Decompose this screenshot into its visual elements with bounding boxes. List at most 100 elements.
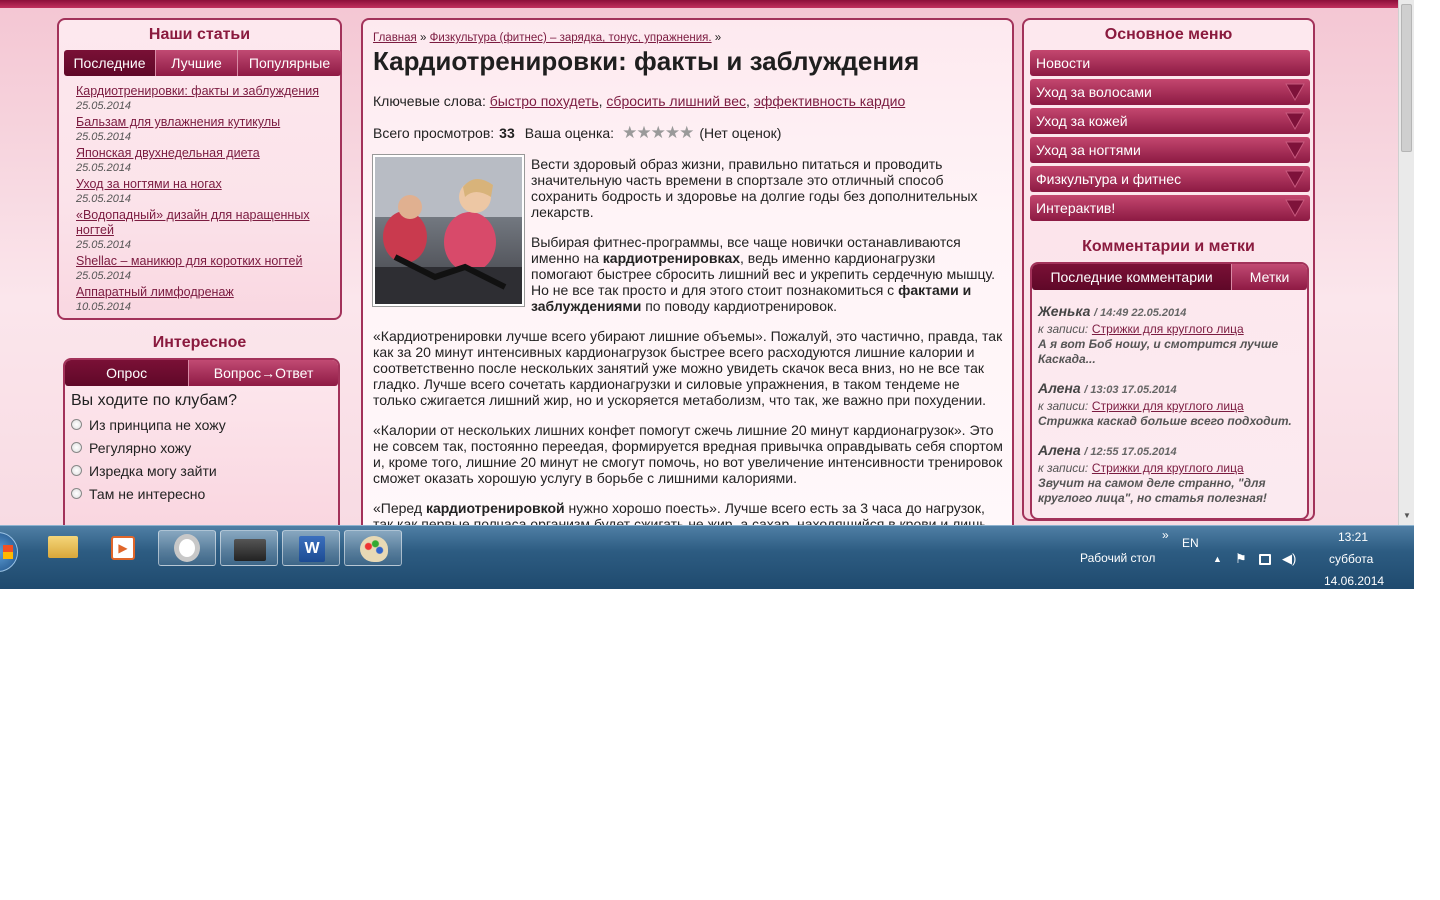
article-link[interactable]: Японская двухнедельная диета bbox=[76, 146, 260, 160]
rating-star-icon[interactable]: ★ bbox=[679, 123, 694, 142]
radio-button[interactable] bbox=[71, 419, 82, 430]
tab-tags[interactable]: Метки bbox=[1232, 264, 1307, 290]
comment-entry: к записи: Стрижки для круглого лица bbox=[1038, 321, 1303, 337]
comment-author: Алена bbox=[1038, 442, 1081, 458]
media-player-taskbar-button[interactable]: ▶ bbox=[94, 530, 152, 566]
page-scrollbar[interactable]: ▼ bbox=[1398, 0, 1414, 525]
article-list-item: Японская двухнедельная диета 25.05.2014 bbox=[76, 146, 331, 176]
radio-button[interactable] bbox=[71, 488, 82, 499]
comment-post-link[interactable]: Стрижки для круглого лица bbox=[1092, 322, 1244, 336]
comment-time: / 13:03 17.05.2014 bbox=[1084, 384, 1177, 396]
rating-star-icon[interactable]: ★ bbox=[636, 123, 651, 142]
article-link[interactable]: Кардиотренировки: факты и заблуждения bbox=[76, 84, 319, 98]
poll-option-label: Из принципа не хожу bbox=[89, 416, 226, 433]
menu-item[interactable]: Физкультура и фитнес bbox=[1030, 166, 1310, 192]
article-list-item: Бальзам для увлажнения кутикулы 25.05.201… bbox=[76, 115, 331, 145]
sidebar-right: Основное меню Новости Уход за волосами Ухо… bbox=[1022, 18, 1315, 521]
word-taskbar-button[interactable]: W bbox=[282, 530, 340, 566]
expand-arrow-icon[interactable] bbox=[1285, 112, 1305, 130]
rating-star-icon[interactable]: ★ bbox=[665, 123, 680, 142]
radio-button[interactable] bbox=[71, 465, 82, 476]
scroll-thumb[interactable] bbox=[1401, 4, 1412, 152]
radio-button[interactable] bbox=[71, 442, 82, 453]
tab-poll[interactable]: Опрос bbox=[65, 360, 190, 386]
comment-post-link[interactable]: Стрижки для круглого лица bbox=[1092, 461, 1244, 475]
rating-star-icon[interactable]: ★ bbox=[651, 123, 666, 142]
explorer-taskbar-button[interactable] bbox=[34, 530, 92, 566]
menu-item[interactable]: Новости bbox=[1030, 50, 1310, 76]
show-hidden-icons-icon[interactable]: ▲ bbox=[1213, 554, 1222, 564]
language-indicator[interactable]: EN bbox=[1182, 536, 1199, 550]
rating-text: (Нет оценок) bbox=[699, 125, 782, 141]
clock-day[interactable]: суббота bbox=[1329, 552, 1373, 566]
menu-item-label: Уход за кожей bbox=[1036, 113, 1128, 129]
opera-icon bbox=[174, 534, 200, 562]
tab-popular[interactable]: Популярные bbox=[238, 50, 341, 76]
article-date: 25.05.2014 bbox=[76, 100, 132, 112]
scroll-down-arrow[interactable]: ▼ bbox=[1403, 511, 1411, 520]
article-link[interactable]: Аппаратный лимфодренаж bbox=[76, 285, 234, 299]
views-label: Всего просмотров: bbox=[373, 125, 495, 141]
article-paragraph: «Калории от нескольких лишних конфет пом… bbox=[373, 422, 1003, 486]
poll-option[interactable]: Из принципа не хожу bbox=[65, 413, 338, 436]
articles-panel: Наши статьи Последние Лучшие Популярные … bbox=[57, 18, 342, 320]
menu-item[interactable]: Уход за кожей bbox=[1030, 108, 1310, 134]
expand-arrow-icon[interactable] bbox=[1285, 170, 1305, 188]
breadcrumb: Главная » Физкультура (фитнес) – зарядка… bbox=[373, 32, 721, 44]
menu-item-label: Новости bbox=[1036, 55, 1091, 71]
tab-best[interactable]: Лучшие bbox=[156, 50, 238, 76]
menu-item[interactable]: Интерактив! bbox=[1030, 195, 1310, 221]
comment-post-link[interactable]: Стрижки для круглого лица bbox=[1092, 399, 1244, 413]
keyword-link[interactable]: быстро похудеть bbox=[490, 93, 599, 109]
article-link[interactable]: Уход за ногтями на ногах bbox=[76, 177, 222, 191]
taskbar: ▶ W » Рабочий стол EN ▲ ⚑ ◀) 13:21 суббо… bbox=[0, 525, 1414, 589]
desktop-toolbar-label[interactable]: Рабочий стол bbox=[1080, 551, 1155, 565]
keyword-link[interactable]: сбросить лишний вес bbox=[606, 93, 746, 109]
start-button[interactable] bbox=[0, 532, 18, 572]
desktop-toolbar-chevron-icon[interactable]: » bbox=[1162, 528, 1169, 542]
menu-item[interactable]: Уход за ногтями bbox=[1030, 137, 1310, 163]
poll-option-label: Там не интересно bbox=[89, 485, 206, 502]
comment-author: Алена bbox=[1038, 380, 1081, 396]
keywords-row: Ключевые слова: быстро похудеть, сбросит… bbox=[373, 93, 906, 109]
paint-icon bbox=[360, 536, 388, 562]
article-image bbox=[372, 154, 525, 307]
breadcrumb-category[interactable]: Физкультура (фитнес) – зарядка, тонус, у… bbox=[430, 32, 712, 44]
article-paragraph: «Кардиотренировки лучше всего убирают ли… bbox=[373, 328, 1003, 408]
main-menu-title: Основное меню bbox=[1104, 26, 1233, 43]
site-top-bar bbox=[0, 0, 1398, 8]
tab-qa[interactable]: Вопрос→Ответ bbox=[189, 360, 338, 386]
expand-arrow-icon[interactable] bbox=[1285, 83, 1305, 101]
clock-time[interactable]: 13:21 bbox=[1338, 530, 1368, 544]
menu-item-label: Физкультура и фитнес bbox=[1036, 171, 1182, 187]
tab-latest[interactable]: Последние bbox=[64, 50, 156, 76]
article-list-item: Shellac – маникюр для коротких ногтей 25.… bbox=[76, 254, 331, 284]
poll-option[interactable]: Регулярно хожу bbox=[65, 436, 338, 459]
network-icon[interactable] bbox=[1259, 554, 1271, 565]
article-link[interactable]: Бальзам для увлажнения кутикулы bbox=[76, 115, 280, 129]
comment-header: Алена / 12:55 17.05.2014 bbox=[1038, 443, 1303, 460]
keyword-link[interactable]: эффективность кардио bbox=[754, 93, 906, 109]
comment-text: Звучит на самом деле странно, "для кругл… bbox=[1038, 476, 1267, 505]
video-app-taskbar-button[interactable] bbox=[220, 530, 278, 566]
menu-item[interactable]: Уход за волосами bbox=[1030, 79, 1310, 105]
clock-date[interactable]: 14.06.2014 bbox=[1324, 574, 1384, 588]
expand-arrow-icon[interactable] bbox=[1285, 141, 1305, 159]
article-link[interactable]: «Водопадный» дизайн для наращенных ногте… bbox=[76, 208, 310, 237]
article-paragraph: Вести здоровый образ жизни, правильно пи… bbox=[531, 156, 978, 220]
paint-taskbar-button[interactable] bbox=[344, 530, 402, 566]
article-paragraph: Выбирая фитнес-программы, все чаще нович… bbox=[531, 234, 996, 314]
opera-taskbar-button[interactable] bbox=[158, 530, 216, 566]
breadcrumb-sep: » bbox=[714, 32, 722, 44]
breadcrumb-home[interactable]: Главная bbox=[373, 32, 417, 44]
action-center-flag-icon[interactable]: ⚑ bbox=[1235, 551, 1247, 567]
comment-item: Алена / 13:03 17.05.2014 к записи: Стрижк… bbox=[1038, 381, 1303, 429]
expand-arrow-icon[interactable] bbox=[1285, 199, 1305, 217]
article-link[interactable]: Shellac – маникюр для коротких ногтей bbox=[76, 254, 302, 268]
poll-option[interactable]: Там не интересно bbox=[65, 482, 338, 505]
poll-option[interactable]: Изредка могу зайти bbox=[65, 459, 338, 482]
tab-last-comments[interactable]: Последние комментарии bbox=[1032, 264, 1233, 290]
comment-time: / 14:49 22.05.2014 bbox=[1094, 307, 1187, 319]
rating-stars[interactable]: ★★★★★ bbox=[622, 123, 694, 143]
volume-icon[interactable]: ◀) bbox=[1282, 551, 1296, 567]
